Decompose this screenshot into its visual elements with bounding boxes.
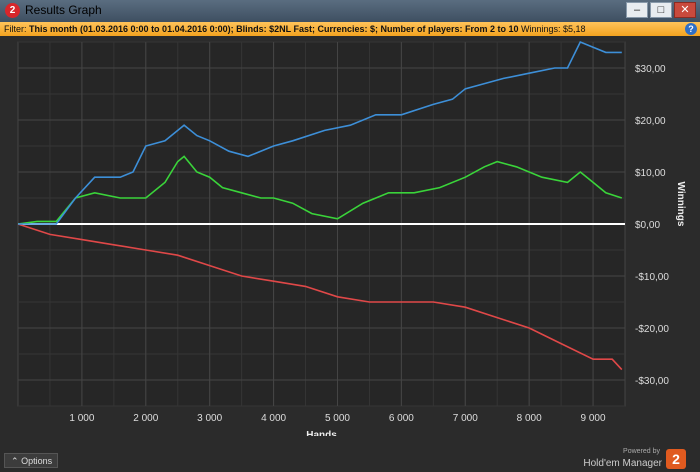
x-tick-label: 4 000 [261,413,286,424]
brand-name: Hold'em Manager [583,458,662,469]
maximize-button[interactable]: □ [650,2,672,18]
options-button[interactable]: ⌃ Options [4,453,58,468]
title-bar: 2 Results Graph – □ ✕ [0,0,700,22]
filter-text: This month (01.03.2016 0:00 to 01.04.201… [29,24,519,34]
x-tick-label: 3 000 [197,413,222,424]
close-button[interactable]: ✕ [674,2,696,18]
options-label: Options [21,456,53,466]
x-tick-label: 7 000 [453,413,478,424]
powered-by-text: Powered by [623,448,660,455]
x-tick-label: 6 000 [389,413,414,424]
filter-bar: Filter: This month (01.03.2016 0:00 to 0… [0,22,700,36]
window-controls: – □ ✕ [626,2,696,18]
y-tick-label: $10,00 [635,168,666,179]
x-tick-label: 5 000 [325,413,350,424]
brand-badge-icon: 2 [666,449,686,469]
chevron-up-icon: ⌃ [11,456,19,466]
help-icon[interactable]: ? [685,23,697,35]
y-tick-label: $30,00 [635,64,666,75]
filter-label: Filter: [4,24,30,34]
x-axis-label: Hands [306,430,337,436]
y-tick-label: -$20,00 [635,324,669,335]
x-tick-label: 2 000 [133,413,158,424]
y-tick-label: -$10,00 [635,272,669,283]
y-axis-label: Winnings [675,182,686,227]
x-tick-label: 1 000 [69,413,94,424]
x-tick-label: 8 000 [517,413,542,424]
filter-winnings: Winnings: $5,18 [518,24,586,34]
window-title: Results Graph [25,3,102,17]
results-chart: 1 000 2 000 3 000 4 000 5 000 6 000 7 000 8 000… [17,40,686,436]
minimize-button[interactable]: – [626,2,648,18]
x-tick-label: 9 000 [581,413,606,424]
y-tick-label: $0,00 [635,220,660,231]
app-logo-icon: 2 [5,3,20,18]
y-tick-label: $20,00 [635,116,666,127]
y-tick-label: -$30,00 [635,376,669,387]
